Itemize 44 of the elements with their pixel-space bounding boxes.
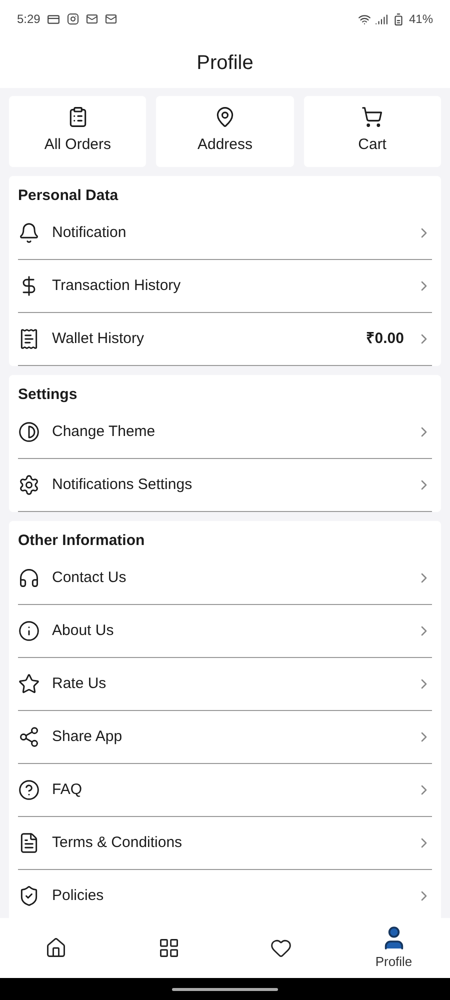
section-title: Settings [18, 385, 78, 405]
menu-row[interactable]: Notification [18, 207, 432, 260]
menu-row[interactable]: Share App [18, 711, 432, 764]
info-icon [18, 620, 40, 642]
menu-row[interactable]: Transaction History [18, 260, 432, 313]
page-title: Profile [196, 51, 254, 76]
receipt-icon [18, 328, 40, 350]
share-icon [18, 726, 40, 748]
card-icon [47, 12, 60, 26]
menu-row[interactable]: Rate Us [18, 658, 432, 711]
home-icon [45, 937, 68, 959]
battery-level: 41% [408, 11, 433, 28]
quick-link-card[interactable]: All Orders [9, 96, 146, 167]
headphones-icon [18, 567, 40, 589]
section-title: Other Information [18, 531, 146, 551]
bell-icon [18, 222, 40, 244]
help-icon [18, 779, 40, 801]
shield-check-icon [18, 885, 40, 907]
menu-row[interactable]: FAQ [18, 764, 432, 817]
quick-link-card[interactable]: Cart [304, 96, 441, 167]
heart-icon [270, 937, 292, 959]
quick-link-card[interactable]: Address [156, 96, 294, 167]
status-time: 5:29 [17, 11, 40, 28]
section-title: Personal Data [18, 186, 120, 206]
wifi-icon [358, 12, 371, 26]
battery-icon [392, 12, 405, 26]
mail-icon [105, 13, 118, 25]
menu-row[interactable]: Change Theme [18, 406, 432, 459]
cart-icon [361, 106, 384, 128]
menu-row[interactable]: Contact Us [18, 552, 432, 605]
mail-icon [86, 13, 98, 25]
settings-icon [18, 474, 40, 496]
document-icon [18, 832, 40, 854]
menu-row[interactable]: Terms & Conditions [18, 817, 432, 870]
home-indicator[interactable] [172, 988, 278, 990]
signal-icon [374, 12, 388, 26]
wallet-balance: ₹0.00 [366, 328, 404, 349]
contrast-icon [18, 421, 40, 443]
grid-icon [158, 937, 180, 959]
star-icon [18, 673, 40, 695]
menu-row[interactable]: About Us [18, 605, 432, 658]
menu-row[interactable]: Notifications Settings [18, 459, 432, 512]
menu-row[interactable]: Wallet History ₹0.00 [18, 313, 432, 366]
instagram-icon [67, 13, 80, 25]
